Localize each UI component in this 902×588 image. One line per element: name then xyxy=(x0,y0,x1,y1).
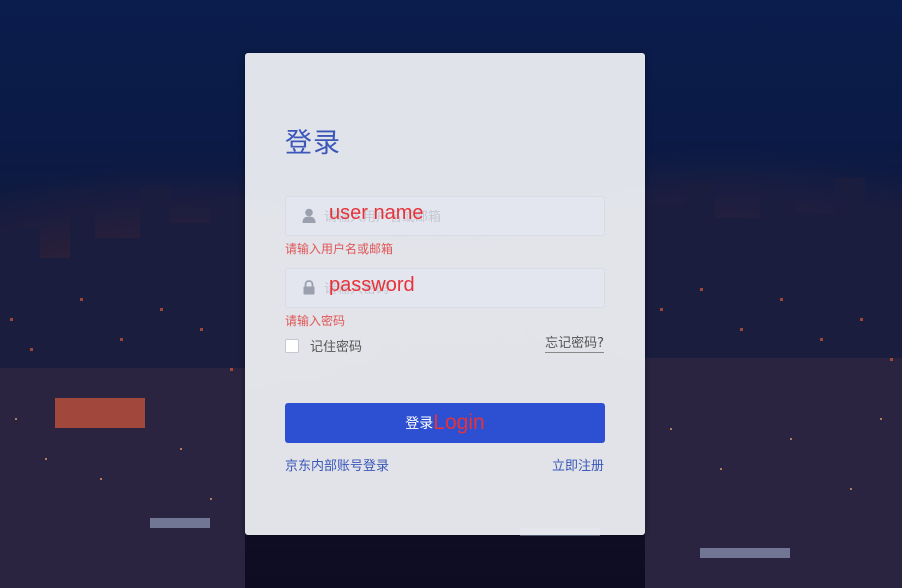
user-icon xyxy=(302,208,316,223)
register-link[interactable]: 立即注册 xyxy=(552,455,604,474)
login-card: 登录 user name 请输入用户名或邮箱 password 请输入密码 记住… xyxy=(245,53,645,535)
login-button[interactable]: 登录 Login xyxy=(285,403,605,443)
password-field[interactable]: password xyxy=(285,268,605,309)
remember-checkbox[interactable] xyxy=(285,338,299,353)
password-error: 请输入密码 xyxy=(285,314,346,328)
internal-account-login-link[interactable]: 京东内部账号登录 xyxy=(285,455,389,474)
remember-label: 记住密码 xyxy=(310,340,363,355)
forgot-password-link[interactable]: 忘记密码? xyxy=(545,336,604,353)
username-error: 请输入用户名或邮箱 xyxy=(285,242,394,256)
password-input[interactable] xyxy=(322,269,596,309)
username-input[interactable] xyxy=(322,197,596,237)
username-field[interactable]: user name xyxy=(285,196,605,237)
lock-icon xyxy=(303,280,315,295)
login-button-label: 登录 xyxy=(405,415,434,431)
page-title: 登录 xyxy=(285,128,341,159)
remember-password[interactable]: 记住密码 xyxy=(285,336,362,355)
login-button-annotation: Login xyxy=(433,411,485,434)
